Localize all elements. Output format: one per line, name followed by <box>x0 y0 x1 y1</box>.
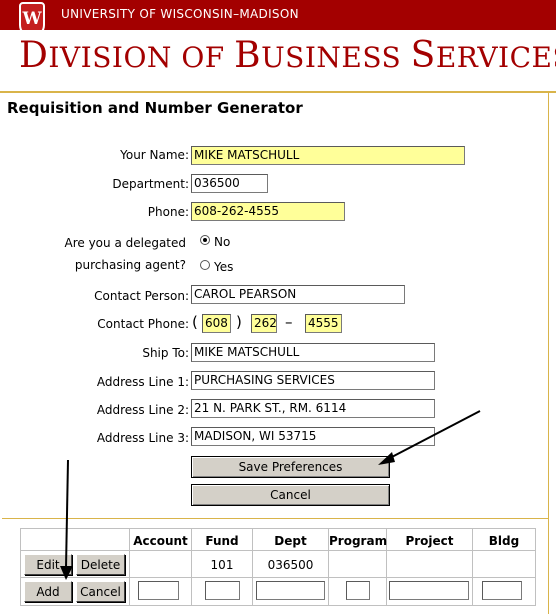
arrow-head-add-button <box>60 566 73 580</box>
arrow-to-add-button <box>65 459 69 569</box>
arrow-head-save-preferences <box>378 452 395 465</box>
arrow-to-save-preferences <box>387 410 481 460</box>
annotation-arrows <box>60 410 481 580</box>
